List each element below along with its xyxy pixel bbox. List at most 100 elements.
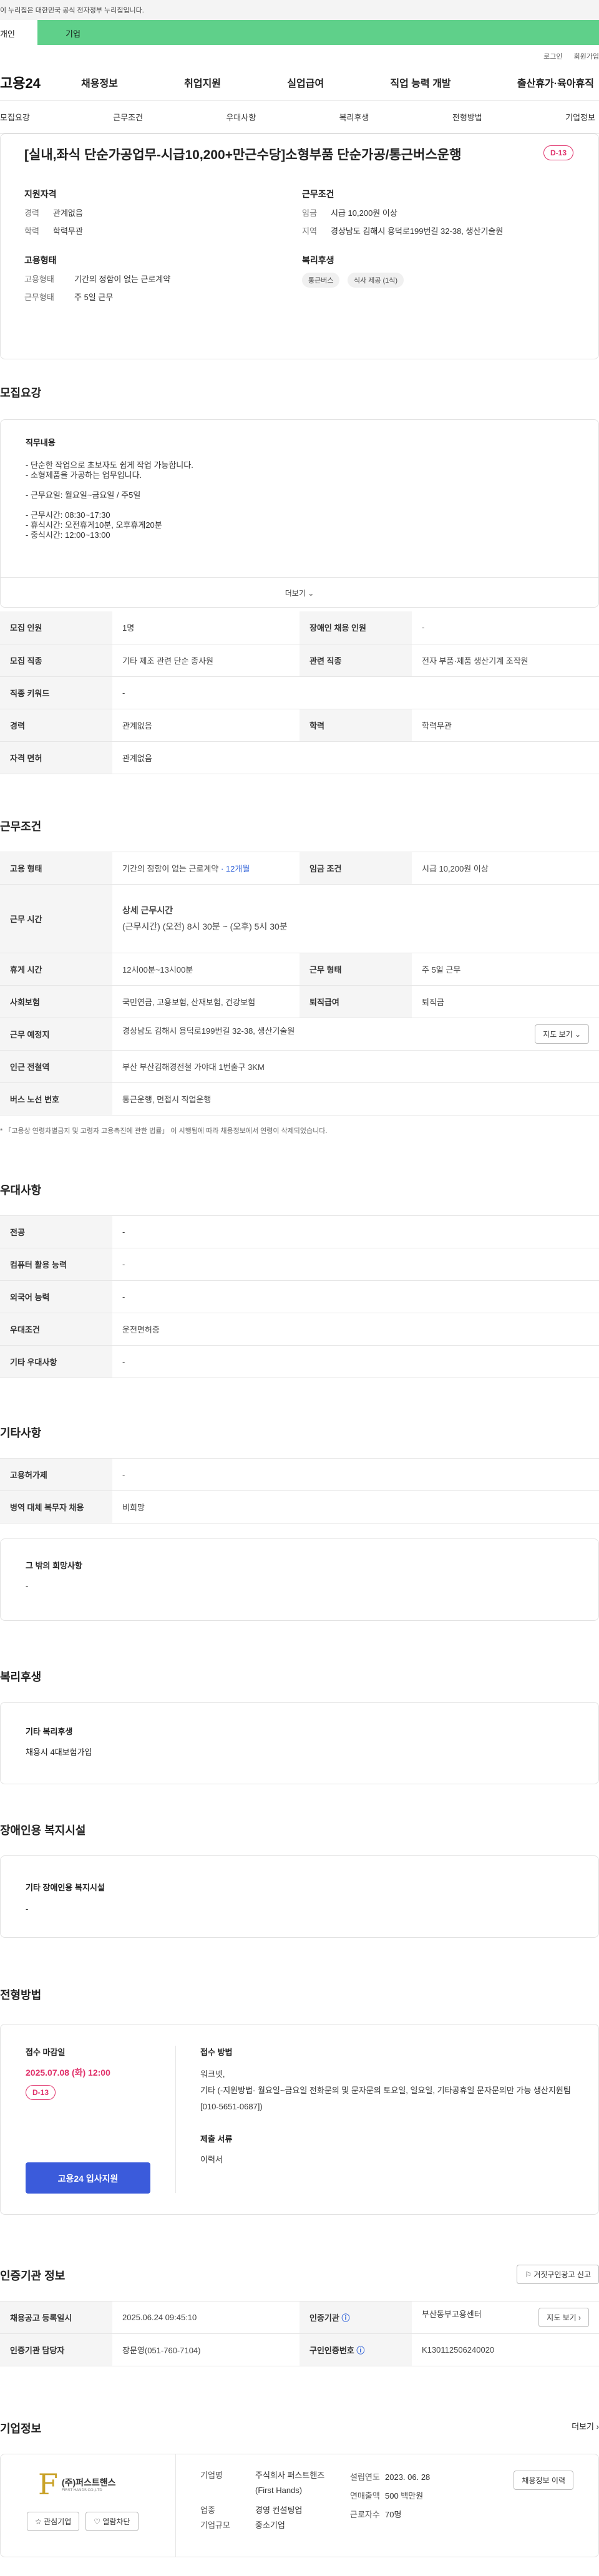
cell-value: 주 5일 근무 bbox=[412, 953, 599, 986]
table-row: 기타 우대사항 - bbox=[0, 1345, 599, 1378]
table-row: 휴게 시간 12시00분~13시00분 근무 형태 주 5일 근무 bbox=[0, 953, 599, 986]
cell-key: 채용공고 등록일시 bbox=[0, 2301, 112, 2334]
gnb-employment-support[interactable]: 취업지원 bbox=[184, 75, 221, 90]
login-link[interactable]: 로그인 bbox=[543, 51, 562, 64]
subnav-prefer[interactable]: 우대사항 bbox=[226, 111, 256, 123]
welfare-box: 기타 복리후생 채용시 4대보험가입 bbox=[0, 1701, 599, 1784]
etc-table: 고용허가제 - 병역 대체 복무자 채용 비희망 bbox=[0, 1457, 599, 1524]
welfare-heading: 복리후생 bbox=[302, 255, 334, 265]
chip-meal: 식사 제공 (1식) bbox=[347, 273, 404, 288]
welfare-sub-value: 채용시 4대보험가입 bbox=[26, 1747, 92, 1757]
join-link[interactable]: 회원가입 bbox=[574, 51, 599, 64]
cell-key: 전공 bbox=[0, 1215, 112, 1248]
emp-value: 기간의 정함이 없는 근로계약 bbox=[74, 275, 171, 284]
dday-badge: D-13 bbox=[543, 145, 573, 160]
table-row: 고용허가제 - bbox=[0, 1458, 599, 1491]
cell-key: 근무 예정지 bbox=[0, 1018, 112, 1051]
table-row: 인증기관 담당자 장문영(051-760-7104) 구인인증번호 ⓘ K130… bbox=[0, 2333, 599, 2366]
cert-table: 채용공고 등록일시 2025.06.24 09:45:10 인증기관 ⓘ 부산동… bbox=[0, 2300, 599, 2366]
duty-line: - 소형제품을 가공하는 업무입니다. bbox=[26, 470, 142, 480]
table-row: 근무 예정지 경상남도 김해시 용덕로199번길 32-38, 생산기술원 지도… bbox=[0, 1018, 599, 1051]
cell-key: 병역 대체 복무자 채용 bbox=[0, 1490, 112, 1524]
emp-value: 기간의 정함이 없는 근로계약 bbox=[122, 863, 219, 873]
info-icon[interactable]: ⓘ bbox=[341, 2313, 349, 2323]
emp-label: 고용형태 bbox=[24, 275, 54, 284]
cell-key: 컴퓨터 활용 능력 bbox=[0, 1248, 112, 1281]
wage-value: 시급 10,200원 이상 bbox=[331, 208, 397, 218]
cell-value: 2025.06.24 09:45:10 bbox=[112, 2301, 300, 2334]
chevron-down-icon: ⌄ bbox=[574, 1029, 581, 1039]
company-logo: F (주)퍼스트핸스 FIRST HANDS CO.,LTD bbox=[38, 2469, 163, 2499]
block-view-button[interactable]: ♡ 열람차단 bbox=[85, 2511, 139, 2531]
no-label: 구인인증번호 bbox=[309, 2345, 354, 2355]
apply-button[interactable]: 고용24 입사지원 bbox=[26, 2162, 150, 2194]
cell-value: - bbox=[112, 676, 599, 709]
job-history-button[interactable]: 채용정보 이력 bbox=[514, 2470, 573, 2490]
subnav-company[interactable]: 기업정보 bbox=[565, 111, 595, 123]
divider bbox=[175, 2454, 176, 2557]
table-row: 고용 형태 기간의 정함이 없는 근로계약 · 12개월 임금 조건 시급 10… bbox=[0, 852, 599, 885]
tab-individual[interactable]: 개인 bbox=[0, 20, 37, 45]
company-more-link[interactable]: 더보기 › bbox=[572, 2420, 599, 2432]
age-law-note: * 「고용상 연령차별금지 및 고령자 고용촉진에 관한 법률」 이 시행됨에 … bbox=[0, 1127, 328, 1135]
other-wish-value: - bbox=[26, 1580, 29, 1590]
gnb-skills-dev[interactable]: 직업 능력 개발 bbox=[390, 75, 450, 90]
table-row: 모집 인원 1명 장애인 채용 인원 - bbox=[0, 611, 599, 644]
disabled-section-title: 장애인용 복지시설 bbox=[0, 1824, 86, 1837]
cert-map-button[interactable]: 지도 보기 › bbox=[538, 2307, 589, 2327]
subnav-conditions[interactable]: 근무조건 bbox=[113, 111, 143, 123]
false-ad-report-button[interactable]: ⚐ 거짓구인광고 신고 bbox=[517, 2264, 599, 2284]
duty-more-button[interactable]: 더보기 ⌄ bbox=[1, 577, 598, 607]
cell-value: - bbox=[112, 1345, 599, 1378]
org-label: 인증기관 bbox=[309, 2313, 339, 2323]
table-row: 경력 관계없음 학력 학력무관 bbox=[0, 709, 599, 742]
gnb-leave[interactable]: 출산휴가·육아휴직 bbox=[517, 75, 594, 90]
logo-sub: FIRST HANDS CO.,LTD bbox=[61, 2488, 102, 2492]
sales-value: 500 백만원 bbox=[385, 2491, 424, 2501]
cert-section-title: 인증기관 정보 bbox=[0, 2269, 66, 2282]
map-button[interactable]: 지도 보기 ⌄ bbox=[535, 1024, 589, 1044]
region-value: 경상남도 김해시 용덕로199번길 32-38, 생산기술원 bbox=[331, 226, 504, 236]
gnb-job-info[interactable]: 채용정보 bbox=[81, 75, 118, 90]
table-row: 우대조건 운전면허증 bbox=[0, 1313, 599, 1346]
conditions-section-title: 근무조건 bbox=[0, 820, 42, 833]
site-logo[interactable]: 고용24 bbox=[0, 72, 81, 92]
table-row: 모집 직종 기타 제조 관련 단순 종사원 관련 직종 전자 부품·제품 생산기… bbox=[0, 644, 599, 677]
chip-commute-bus: 통근버스 bbox=[302, 273, 340, 288]
logo-text: (주)퍼스트핸스 bbox=[61, 2477, 116, 2487]
report-label: 거짓구인광고 신고 bbox=[533, 2270, 591, 2279]
career-value: 관계없음 bbox=[53, 208, 83, 218]
more-label: 더보기 bbox=[572, 2421, 595, 2431]
size-value: 중소기업 bbox=[255, 2520, 285, 2530]
time-value: (근무시간) (오전) 8시 30분 ~ (오후) 5시 30분 bbox=[122, 921, 288, 931]
recruit-table: 모집 인원 1명 장애인 채용 인원 - 모집 직종 기타 제조 관련 단순 종… bbox=[0, 611, 599, 774]
other-wish-box: 그 밖의 희망사항 - bbox=[0, 1538, 599, 1621]
prefer-section-title: 우대사항 bbox=[0, 1184, 42, 1197]
docs-value: 이력서 bbox=[200, 2154, 223, 2164]
table-row: 외국어 능력 - bbox=[0, 1280, 599, 1313]
table-row: 사회보험 국민연금, 고용보험, 산재보험, 건강보험 퇴직급여 퇴직금 bbox=[0, 985, 599, 1018]
cell-key: 직종 키워드 bbox=[0, 676, 112, 709]
subnav-process[interactable]: 전형방법 bbox=[452, 111, 482, 123]
wage-label: 임금 bbox=[302, 208, 317, 218]
table-row: 전공 - bbox=[0, 1215, 599, 1248]
favorite-company-button[interactable]: ☆ 관심기업 bbox=[27, 2511, 80, 2531]
subnav-recruit[interactable]: 모집요강 bbox=[0, 111, 30, 123]
deadline-value: 2025.07.08 (화) 12:00 bbox=[26, 2067, 110, 2078]
cell-value: - bbox=[112, 1215, 599, 1248]
table-row: 채용공고 등록일시 2025.06.24 09:45:10 인증기관 ⓘ 부산동… bbox=[0, 2301, 599, 2334]
cell-value: - bbox=[112, 1280, 599, 1313]
cell-key: 기타 우대사항 bbox=[0, 1345, 112, 1378]
info-icon[interactable]: ⓘ bbox=[356, 2346, 364, 2355]
cell-value: 장문영(051-760-7104) bbox=[112, 2333, 300, 2366]
method-value-1: 워크넷, bbox=[200, 2069, 225, 2079]
cell-key: 근무 형태 bbox=[300, 953, 412, 986]
tab-business[interactable]: 기업 bbox=[37, 20, 599, 45]
cell-value: 학력무관 bbox=[412, 709, 599, 742]
star-icon: ☆ bbox=[35, 2517, 42, 2526]
subnav-welfare[interactable]: 복리후생 bbox=[339, 111, 369, 123]
qualification-heading: 지원자격 bbox=[24, 189, 57, 199]
method-heading: 접수 방법 bbox=[200, 2047, 233, 2057]
gnb-unemployment-benefit[interactable]: 실업급여 bbox=[287, 75, 324, 90]
cell-key: 구인인증번호 ⓘ bbox=[300, 2333, 412, 2366]
